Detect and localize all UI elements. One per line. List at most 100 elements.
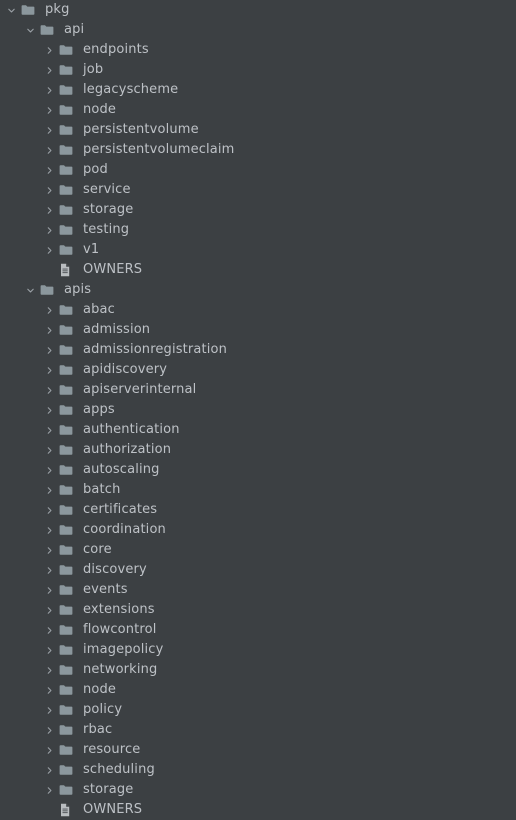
folder-icon [59, 560, 78, 580]
folder-icon [59, 620, 78, 640]
tree-item-label: service [83, 182, 131, 197]
chevron-right-icon[interactable] [42, 640, 56, 660]
chevron-right-icon[interactable] [42, 760, 56, 780]
chevron-right-icon[interactable] [42, 440, 56, 460]
file-icon [59, 260, 78, 280]
tree-folder-row[interactable]: apps [0, 400, 516, 420]
tree-folder-row[interactable]: flowcontrol [0, 620, 516, 640]
folder-icon [59, 180, 78, 200]
tree-folder-row[interactable]: policy [0, 700, 516, 720]
tree-folder-row[interactable]: job [0, 60, 516, 80]
chevron-right-icon[interactable] [42, 780, 56, 800]
tree-folder-row[interactable]: discovery [0, 560, 516, 580]
tree-folder-row[interactable]: coordination [0, 520, 516, 540]
tree-folder-row[interactable]: testing [0, 220, 516, 240]
tree-folder-row[interactable]: certificates [0, 500, 516, 520]
tree-folder-row[interactable]: node [0, 100, 516, 120]
tree-file-row[interactable]: OWNERS [0, 260, 516, 280]
chevron-right-icon[interactable] [42, 340, 56, 360]
tree-folder-row[interactable]: admission [0, 320, 516, 340]
tree-folder-row[interactable]: persistentvolume [0, 120, 516, 140]
chevron-right-icon[interactable] [42, 540, 56, 560]
chevron-right-icon[interactable] [42, 80, 56, 100]
chevron-right-icon[interactable] [42, 520, 56, 540]
chevron-right-icon[interactable] [42, 300, 56, 320]
tree-folder-row[interactable]: endpoints [0, 40, 516, 60]
chevron-right-icon[interactable] [42, 740, 56, 760]
tree-folder-row[interactable]: apis [0, 280, 516, 300]
folder-icon [59, 720, 78, 740]
tree-folder-row[interactable]: authorization [0, 440, 516, 460]
tree-file-row[interactable]: OWNERS [0, 800, 516, 820]
chevron-right-icon[interactable] [42, 660, 56, 680]
folder-icon [59, 40, 78, 60]
tree-folder-row[interactable]: service [0, 180, 516, 200]
chevron-right-icon[interactable] [42, 40, 56, 60]
chevron-right-icon[interactable] [42, 420, 56, 440]
chevron-right-icon[interactable] [42, 480, 56, 500]
chevron-right-icon[interactable] [42, 620, 56, 640]
tree-item-label: node [83, 682, 117, 697]
tree-item-label: storage [83, 782, 134, 797]
chevron-right-icon[interactable] [42, 240, 56, 260]
chevron-right-icon[interactable] [42, 180, 56, 200]
tree-folder-row[interactable]: apidiscovery [0, 360, 516, 380]
chevron-right-icon[interactable] [42, 700, 56, 720]
tree-item-label: pod [83, 162, 108, 177]
tree-folder-row[interactable]: autoscaling [0, 460, 516, 480]
chevron-right-icon[interactable] [42, 460, 56, 480]
tree-folder-row[interactable]: v1 [0, 240, 516, 260]
chevron-right-icon[interactable] [42, 100, 56, 120]
tree-item-label: networking [83, 662, 158, 677]
tree-item-label: endpoints [83, 42, 149, 57]
chevron-right-icon[interactable] [42, 720, 56, 740]
chevron-down-icon[interactable] [23, 280, 37, 300]
tree-folder-row[interactable]: pkg [0, 0, 516, 20]
tree-item-label: apps [83, 402, 115, 417]
tree-item-label: authentication [83, 422, 180, 437]
chevron-right-icon[interactable] [42, 500, 56, 520]
chevron-right-icon[interactable] [42, 160, 56, 180]
chevron-down-icon[interactable] [4, 0, 18, 20]
tree-item-label: policy [83, 702, 123, 717]
tree-folder-row[interactable]: legacyscheme [0, 80, 516, 100]
chevron-right-icon[interactable] [42, 560, 56, 580]
chevron-right-icon[interactable] [42, 400, 56, 420]
chevron-right-icon[interactable] [42, 680, 56, 700]
tree-folder-row[interactable]: storage [0, 780, 516, 800]
chevron-right-icon[interactable] [42, 600, 56, 620]
chevron-right-icon[interactable] [42, 220, 56, 240]
tree-folder-row[interactable]: storage [0, 200, 516, 220]
tree-folder-row[interactable]: events [0, 580, 516, 600]
tree-folder-row[interactable]: admissionregistration [0, 340, 516, 360]
chevron-right-icon[interactable] [42, 320, 56, 340]
chevron-right-icon[interactable] [42, 60, 56, 80]
chevron-right-icon[interactable] [42, 580, 56, 600]
tree-folder-row[interactable]: abac [0, 300, 516, 320]
chevron-right-icon[interactable] [42, 380, 56, 400]
chevron-right-icon[interactable] [42, 140, 56, 160]
folder-icon [59, 460, 78, 480]
tree-folder-row[interactable]: rbac [0, 720, 516, 740]
tree-folder-row[interactable]: authentication [0, 420, 516, 440]
tree-folder-row[interactable]: node [0, 680, 516, 700]
project-file-tree[interactable]: pkg api endpoints job legacyscheme node persis… [0, 0, 516, 819]
tree-folder-row[interactable]: batch [0, 480, 516, 500]
chevron-right-icon[interactable] [42, 120, 56, 140]
tree-folder-row[interactable]: resource [0, 740, 516, 760]
tree-folder-row[interactable]: pod [0, 160, 516, 180]
tree-folder-row[interactable]: core [0, 540, 516, 560]
tree-folder-row[interactable]: persistentvolumeclaim [0, 140, 516, 160]
tree-folder-row[interactable]: imagepolicy [0, 640, 516, 660]
chevron-right-icon[interactable] [42, 360, 56, 380]
tree-folder-row[interactable]: networking [0, 660, 516, 680]
tree-folder-row[interactable]: api [0, 20, 516, 40]
tree-folder-row[interactable]: extensions [0, 600, 516, 620]
chevron-right-icon[interactable] [42, 200, 56, 220]
tree-folder-row[interactable]: scheduling [0, 760, 516, 780]
chevron-down-icon[interactable] [23, 20, 37, 40]
folder-icon [59, 100, 78, 120]
tree-item-label: coordination [83, 522, 166, 537]
tree-folder-row[interactable]: apiserverinternal [0, 380, 516, 400]
tree-item-label: apidiscovery [83, 362, 168, 377]
